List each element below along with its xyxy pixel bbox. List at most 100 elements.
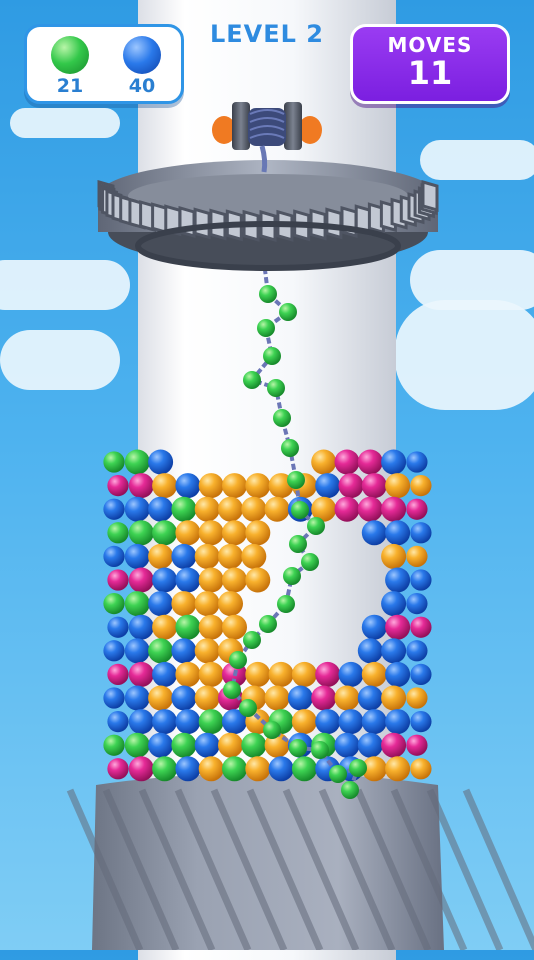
- ball[interactable]: [175, 520, 201, 546]
- ball[interactable]: [245, 567, 271, 593]
- ball[interactable]: [410, 758, 432, 780]
- ball[interactable]: [124, 543, 150, 569]
- green-ball[interactable]: [287, 471, 305, 489]
- ball[interactable]: [175, 567, 201, 593]
- ball[interactable]: [198, 473, 224, 499]
- ball[interactable]: [148, 732, 174, 758]
- ball[interactable]: [410, 710, 432, 733]
- ball[interactable]: [291, 709, 317, 735]
- ball[interactable]: [385, 567, 411, 593]
- green-ball[interactable]: [229, 651, 247, 669]
- ball[interactable]: [218, 591, 243, 617]
- ball[interactable]: [385, 661, 411, 687]
- ball[interactable]: [171, 638, 197, 664]
- ball[interactable]: [171, 591, 197, 617]
- ball[interactable]: [171, 496, 197, 522]
- ball[interactable]: [222, 567, 247, 593]
- green-ball[interactable]: [283, 567, 301, 585]
- ball[interactable]: [152, 614, 178, 640]
- ball[interactable]: [103, 734, 125, 756]
- ball[interactable]: [171, 685, 197, 711]
- ball[interactable]: [264, 685, 290, 711]
- ball[interactable]: [175, 473, 201, 499]
- ball[interactable]: [381, 543, 407, 569]
- ball[interactable]: [410, 474, 432, 497]
- ball[interactable]: [103, 498, 125, 520]
- ball[interactable]: [241, 732, 267, 758]
- ball[interactable]: [245, 473, 271, 499]
- ball[interactable]: [410, 663, 432, 686]
- green-ball[interactable]: [263, 721, 281, 739]
- ball[interactable]: [291, 661, 317, 687]
- ball[interactable]: [287, 685, 313, 711]
- ball[interactable]: [198, 520, 224, 546]
- green-ball[interactable]: [239, 699, 257, 717]
- green-ball[interactable]: [349, 759, 367, 777]
- ball[interactable]: [148, 543, 174, 569]
- ball[interactable]: [107, 710, 129, 733]
- ball[interactable]: [357, 732, 383, 758]
- ball[interactable]: [334, 732, 360, 758]
- green-ball[interactable]: [257, 319, 275, 337]
- ball[interactable]: [124, 638, 150, 664]
- ball[interactable]: [128, 473, 154, 499]
- ball[interactable]: [171, 732, 197, 758]
- ball[interactable]: [334, 449, 360, 475]
- ball[interactable]: [194, 591, 220, 617]
- ball[interactable]: [406, 545, 428, 568]
- ball[interactable]: [175, 756, 201, 782]
- ball[interactable]: [128, 567, 154, 593]
- green-ball[interactable]: [243, 371, 261, 389]
- ball[interactable]: [410, 522, 432, 544]
- ball[interactable]: [198, 661, 224, 687]
- ball[interactable]: [385, 756, 411, 782]
- ball[interactable]: [311, 449, 337, 475]
- green-ball[interactable]: [341, 781, 359, 799]
- ball[interactable]: [361, 473, 387, 499]
- ball[interactable]: [124, 591, 150, 617]
- ball[interactable]: [194, 732, 220, 758]
- ball[interactable]: [107, 522, 129, 544]
- ball[interactable]: [406, 592, 428, 615]
- green-ball[interactable]: [267, 379, 285, 397]
- ball[interactable]: [152, 661, 178, 687]
- ball[interactable]: [381, 449, 407, 475]
- ball[interactable]: [218, 496, 243, 522]
- ball[interactable]: [385, 614, 411, 640]
- ball[interactable]: [124, 496, 150, 522]
- ball[interactable]: [338, 473, 364, 499]
- ball[interactable]: [381, 638, 407, 664]
- ball[interactable]: [218, 543, 243, 569]
- ball[interactable]: [241, 496, 267, 522]
- ball[interactable]: [338, 661, 364, 687]
- ball[interactable]: [171, 543, 197, 569]
- ball[interactable]: [152, 709, 178, 735]
- green-ball[interactable]: [277, 595, 295, 613]
- ball[interactable]: [291, 756, 317, 782]
- ball[interactable]: [194, 496, 220, 522]
- ball[interactable]: [315, 661, 341, 687]
- ball[interactable]: [406, 687, 428, 709]
- ball[interactable]: [152, 756, 178, 782]
- ball[interactable]: [128, 520, 154, 546]
- ball[interactable]: [103, 640, 125, 662]
- ball[interactable]: [406, 498, 428, 520]
- ball[interactable]: [311, 685, 337, 711]
- ball[interactable]: [385, 520, 411, 546]
- ball[interactable]: [334, 496, 360, 522]
- ball[interactable]: [264, 496, 290, 522]
- game-scene[interactable]: [0, 0, 534, 950]
- green-ball[interactable]: [289, 535, 307, 553]
- ball[interactable]: [334, 685, 360, 711]
- ball[interactable]: [357, 638, 383, 664]
- ball[interactable]: [245, 661, 271, 687]
- ball[interactable]: [222, 473, 247, 499]
- ball[interactable]: [148, 638, 174, 664]
- ball[interactable]: [245, 520, 271, 546]
- ball[interactable]: [381, 732, 407, 758]
- ball[interactable]: [128, 709, 154, 735]
- ball[interactable]: [385, 709, 411, 735]
- green-ball[interactable]: [307, 517, 325, 535]
- ball[interactable]: [128, 614, 154, 640]
- ball[interactable]: [107, 474, 129, 497]
